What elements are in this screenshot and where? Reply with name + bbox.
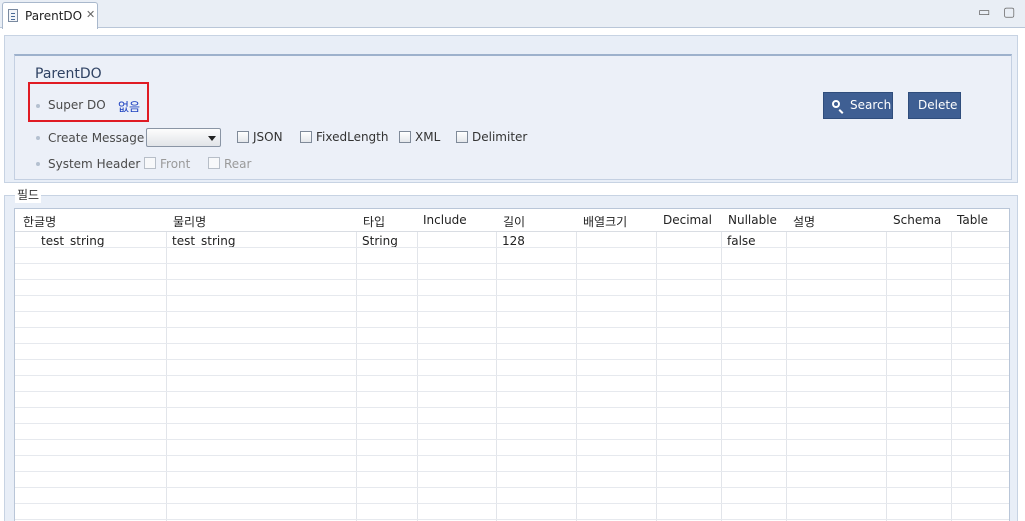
row-divider [15,407,1009,408]
row-divider [15,263,1009,264]
column-header[interactable]: Schema [893,213,941,227]
document-icon [8,9,18,22]
bullet-icon [36,136,40,140]
column-header[interactable]: 길이 [503,213,525,230]
close-icon[interactable]: ✕ [86,8,95,21]
maximize-icon[interactable]: ▢ [1003,5,1015,20]
column-header[interactable]: Table [957,213,988,227]
column-header[interactable]: Nullable [728,213,777,227]
table-cell: String [362,234,398,248]
column-divider [417,209,418,521]
tab-parentdo[interactable]: ParentDO ✕ [2,2,98,29]
table-header: 한글명 물리명 타입 Include 길이 배열크기 Decimal Nulla… [15,209,1009,232]
system-header-label: System Header [48,157,141,171]
row-divider [15,343,1009,344]
row-divider [15,439,1009,440]
column-divider [576,209,577,521]
row-divider [15,455,1009,456]
delete-button-label: Delete [918,98,958,112]
search-icon [832,100,840,108]
column-divider [721,209,722,521]
front-label: Front [160,157,191,171]
row-divider [15,311,1009,312]
xml-checkbox[interactable] [399,131,411,143]
xml-label: XML [415,130,441,144]
row-divider [15,375,1009,376]
column-divider [496,209,497,521]
table-cell: test_string [41,234,105,248]
table-cell: test_string [172,234,236,248]
super-do-link[interactable]: 없음 [118,98,140,115]
json-label: JSON [253,130,283,144]
row-divider [15,471,1009,472]
column-header[interactable]: 한글명 [23,213,56,230]
table-cell: false [727,234,756,248]
editor-tab-bar: ParentDO ✕ ▭ ▢ [0,0,1025,29]
delimiter-checkbox[interactable] [456,131,468,143]
chevron-down-icon [208,136,216,141]
row-divider [15,487,1009,488]
row-divider [15,503,1009,504]
bullet-icon [36,162,40,166]
column-header[interactable]: 설명 [793,213,815,230]
column-divider [356,209,357,521]
row-divider [15,359,1009,360]
column-divider [656,209,657,521]
json-checkbox[interactable] [237,131,249,143]
search-button[interactable]: Search [823,92,893,119]
fields-table[interactable]: 한글명 물리명 타입 Include 길이 배열크기 Decimal Nulla… [14,208,1010,521]
row-divider [15,519,1009,520]
row-divider [15,295,1009,296]
create-message-label: Create Message [48,131,145,145]
column-header[interactable]: 타입 [363,213,385,230]
tab-label: ParentDO [25,9,83,23]
column-header[interactable]: 배열크기 [583,213,627,230]
column-divider [886,209,887,521]
column-header[interactable]: Decimal [663,213,712,227]
fixedlength-label: FixedLength [316,130,389,144]
column-divider [951,209,952,521]
row-divider [15,391,1009,392]
minimize-icon[interactable]: ▭ [978,5,990,20]
fixedlength-checkbox[interactable] [300,131,312,143]
column-divider [166,209,167,521]
delete-button[interactable]: Delete [908,92,961,119]
row-divider [15,279,1009,280]
table-cell: 128 [502,234,525,248]
column-header[interactable]: Include [423,213,467,227]
front-checkbox[interactable] [144,157,156,169]
create-message-select[interactable] [146,128,221,147]
row-divider [15,423,1009,424]
rear-label: Rear [224,157,252,171]
column-header[interactable]: 물리명 [173,213,206,230]
row-divider [15,327,1009,328]
bullet-icon [36,104,40,108]
row-divider [15,247,1009,248]
column-divider [786,209,787,521]
page-title: ParentDO [35,66,102,82]
delimiter-label: Delimiter [472,130,528,144]
super-do-label: Super DO [48,98,106,112]
rear-checkbox[interactable] [208,157,220,169]
search-button-label: Search [850,98,892,112]
fields-section-title: 필드 [15,186,42,203]
